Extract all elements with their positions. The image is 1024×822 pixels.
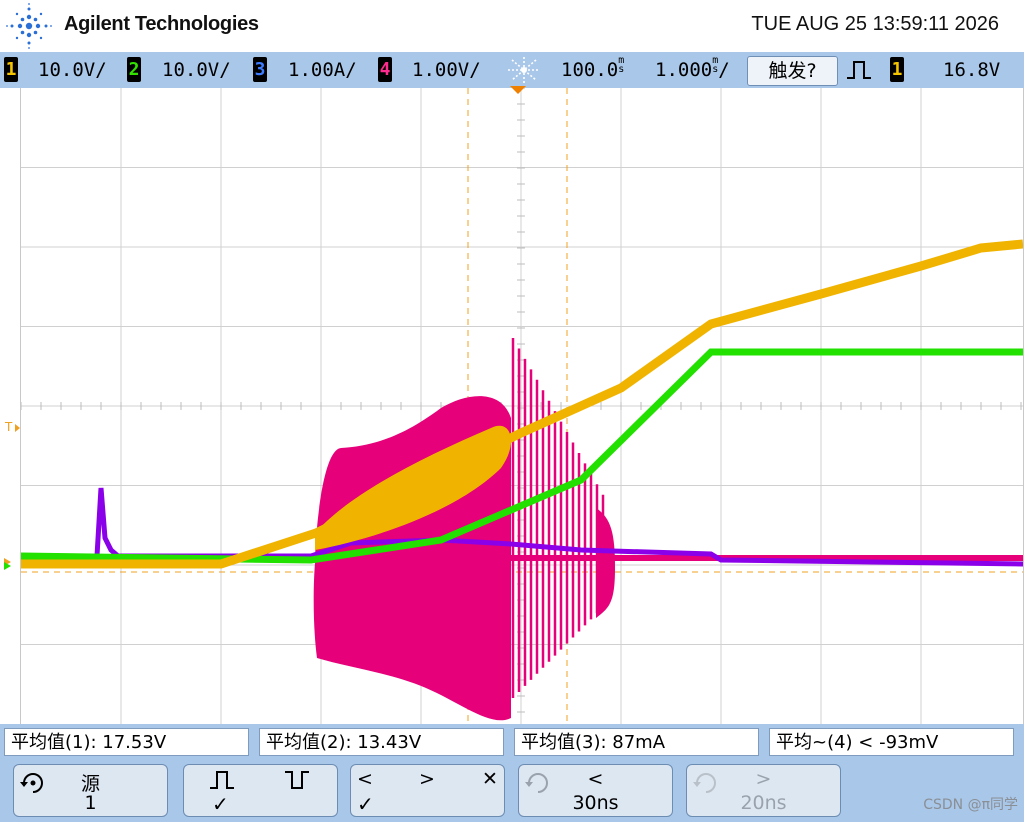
previous-label: < (587, 768, 604, 790)
measurement-ch3-average[interactable]: 平均值(3): 87mA (514, 728, 759, 756)
ch3-badge[interactable]: 3 (253, 57, 267, 82)
rising-check-mark: ✓ (212, 792, 229, 816)
trigger-level[interactable]: 16.8V (943, 56, 1000, 84)
next-value: 20ns (740, 792, 787, 814)
status-bar: 1 10.0V/ 2 10.0V/ 3 1.00A/ 4 1.00V/ 100.… (0, 52, 1024, 88)
agilent-spark-icon (6, 3, 52, 49)
rising-edge-icon (847, 61, 871, 79)
ch3-scale[interactable]: 1.00A/ (288, 56, 357, 84)
header-bar: Agilent Technologies TUE AUG 25 13:59:11… (0, 0, 1024, 52)
next-label: > (755, 768, 772, 790)
ch2-scale[interactable]: 10.0V/ (162, 56, 231, 84)
source-value: 1 (84, 792, 97, 814)
falling-edge-icon (285, 771, 309, 789)
nav-check-mark: ✓ (357, 792, 374, 816)
measurement-ch4-average[interactable]: 平均~(4) < -93mV (769, 728, 1014, 756)
ch2-badge[interactable]: 2 (127, 57, 141, 82)
nav-left-arrow: < (357, 768, 373, 790)
ch4-trace (21, 338, 1023, 721)
time-delay[interactable]: 100.0m s (561, 56, 624, 84)
measurement-ch2-average[interactable]: 平均值(2): 13.43V (259, 728, 504, 756)
ch1-trace (21, 239, 1023, 569)
measurement-bar: 平均值(1): 17.53V 平均值(2): 13.43V 平均值(3): 87… (0, 724, 1024, 762)
trigger-position-marker[interactable] (508, 86, 528, 96)
trigger-status-button[interactable]: 触发? (747, 56, 838, 86)
next-softkey[interactable]: > 20ns (686, 764, 841, 817)
softkey-bar: 源 1 ✓ < > ✕ ✓ < 30ns > 20ns (0, 762, 1024, 822)
ch1-badge[interactable]: 1 (4, 57, 18, 82)
waveform-display[interactable]: T (4, 86, 1024, 724)
ground-markers[interactable] (1, 554, 21, 574)
ch4-scale[interactable]: 1.00V/ (412, 56, 481, 84)
timebase-icon (508, 57, 540, 83)
waveform-canvas (21, 88, 1023, 724)
brand-name: Agilent Technologies (64, 13, 259, 35)
ch3-trace (21, 487, 1023, 567)
svg-text:T: T (4, 420, 13, 434)
date-time: TUE AUG 25 13:59:11 2026 (751, 13, 999, 35)
rising-edge-icon (210, 771, 234, 789)
ch1-scale[interactable]: 10.0V/ (38, 56, 107, 84)
trigger-source-badge[interactable]: 1 (890, 57, 904, 82)
nav-right-arrow: > (419, 768, 435, 790)
previous-value: 30ns (572, 792, 619, 814)
measurement-ch1-average[interactable]: 平均值(1): 17.53V (4, 728, 249, 756)
edge-select-softkey[interactable]: ✓ (183, 764, 338, 817)
ch4-badge[interactable]: 4 (378, 57, 392, 82)
source-softkey[interactable]: 源 1 (13, 764, 168, 817)
navigate-softkey[interactable]: < > ✕ ✓ (350, 764, 505, 817)
trigger-level-marker[interactable]: T (1, 418, 21, 438)
nav-clear-icon: ✕ (482, 768, 498, 790)
watermark: CSDN @π同学 (923, 797, 1018, 813)
previous-softkey[interactable]: < 30ns (518, 764, 673, 817)
time-scale[interactable]: 1.000m s/ (655, 56, 730, 84)
